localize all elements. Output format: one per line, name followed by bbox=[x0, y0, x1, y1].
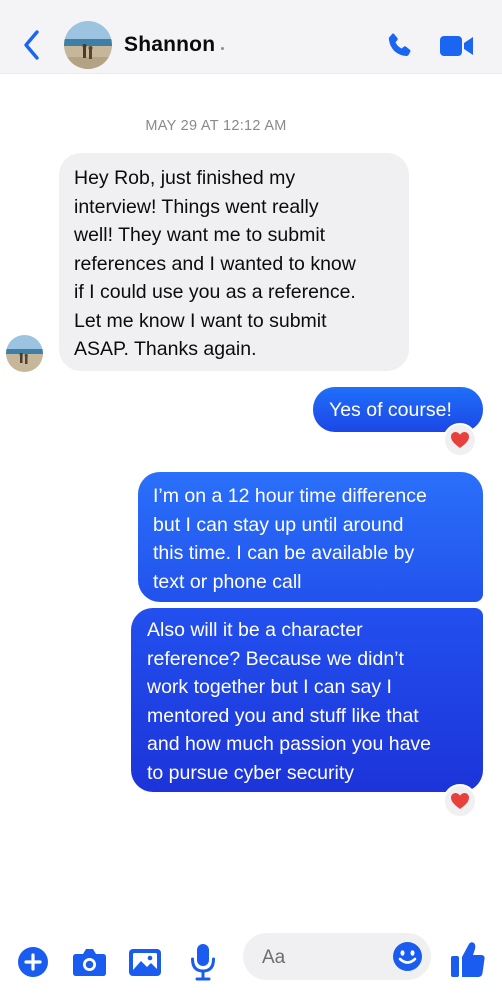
message-line: ASAP. Thanks again. bbox=[74, 338, 257, 360]
message-line: references and I wanted to know bbox=[74, 252, 356, 275]
message-line: Also will it be a character bbox=[147, 619, 363, 641]
message-line: to pursue cyber security bbox=[147, 761, 355, 784]
contact-avatar[interactable] bbox=[64, 21, 112, 69]
phone-icon[interactable] bbox=[384, 31, 414, 61]
message-input[interactable]: Aa bbox=[243, 933, 431, 980]
message-line: Hey Rob, just finished my bbox=[74, 167, 296, 189]
microphone-icon[interactable] bbox=[190, 943, 216, 981]
message-timestamp: MAY 29 AT 12:12 AM bbox=[145, 118, 287, 134]
message-line: I’m on a 12 hour time difference bbox=[153, 485, 427, 507]
message-line: interview! Things went really bbox=[74, 195, 319, 218]
message-line: and how much passion you have bbox=[147, 733, 432, 755]
message-line: reference? Because we didn’t bbox=[147, 647, 404, 670]
message-line: but I can stay up until around bbox=[153, 513, 404, 536]
outgoing-message-bubble[interactable]: I’m on a 12 hour time difference but I c… bbox=[138, 472, 483, 602]
message-line: work together but I can say I bbox=[147, 676, 392, 698]
plus-icon[interactable] bbox=[17, 946, 49, 978]
video-camera-icon[interactable] bbox=[439, 33, 475, 59]
message-line: mentored you and stuff like that bbox=[147, 704, 419, 727]
image-icon[interactable] bbox=[128, 946, 162, 978]
message-line: Let me know I want to submit bbox=[74, 309, 327, 332]
thumbs-up-icon[interactable] bbox=[450, 941, 486, 979]
message-line: this time. I can be available by bbox=[153, 542, 415, 564]
status-dot bbox=[221, 47, 224, 50]
outgoing-message-bubble[interactable]: Also will it be a character reference? B… bbox=[131, 608, 483, 792]
conversation-header: Shannon bbox=[0, 0, 502, 74]
message-composer: Aa bbox=[0, 925, 502, 1000]
message-line: Yes of course! bbox=[329, 399, 452, 421]
heart-icon bbox=[451, 432, 469, 448]
contact-name[interactable]: Shannon bbox=[124, 33, 215, 57]
message-line: text or phone call bbox=[153, 570, 302, 593]
incoming-message-bubble[interactable]: Hey Rob, just finished my interview! Thi… bbox=[59, 153, 409, 371]
message-line: if I could use you as a reference. bbox=[74, 281, 356, 303]
heart-icon bbox=[451, 793, 469, 809]
sender-avatar[interactable] bbox=[6, 335, 43, 372]
heart-reaction[interactable] bbox=[443, 423, 477, 457]
camera-icon[interactable] bbox=[72, 946, 107, 978]
message-line: well! They want me to submit bbox=[74, 224, 326, 246]
heart-reaction[interactable] bbox=[443, 784, 477, 818]
back-chevron-icon[interactable] bbox=[20, 28, 44, 62]
emoji-icon[interactable] bbox=[392, 941, 423, 972]
input-placeholder: Aa bbox=[262, 947, 286, 968]
